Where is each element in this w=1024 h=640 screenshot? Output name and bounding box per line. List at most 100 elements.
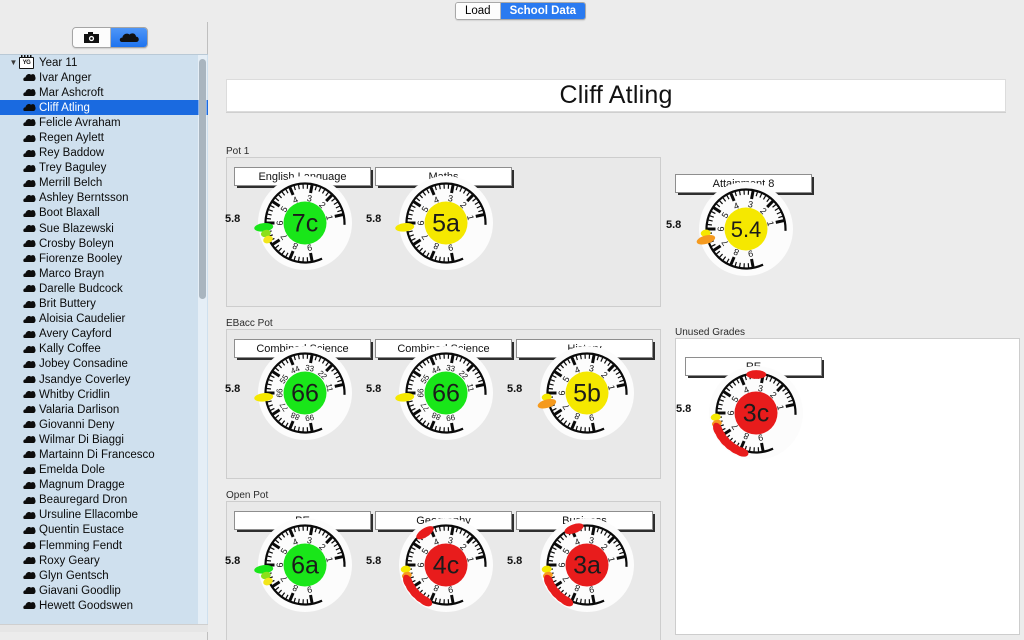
load-segmented-control[interactable]: Load School Data (455, 2, 587, 20)
student-icon (19, 194, 39, 203)
tree-horizontal-scrollbar[interactable] (0, 624, 208, 632)
student-list-item[interactable]: Brit Buttery (0, 297, 208, 312)
svg-text:66: 66 (291, 380, 319, 408)
student-list-item[interactable]: Ursuline Ellacombe (0, 508, 208, 523)
student-name: Brit Buttery (39, 298, 96, 311)
gauge-combined-science-1[interactable]: 11 22 33 44 55 66 77 88 99 66 5.8 (225, 339, 359, 447)
student-list-item[interactable]: Kally Coffee (0, 342, 208, 357)
student-list-item[interactable]: Ivar Anger (0, 70, 208, 85)
gauge-pe[interactable]: 1 2 3 4 5 6 7 8 9 6a 5.8 (225, 511, 359, 619)
student-list-item[interactable]: Glyn Gentsch (0, 568, 208, 583)
cloud-icon-button[interactable] (110, 28, 147, 47)
gauge-history[interactable]: 1 2 3 4 5 6 7 8 9 5b 5.8 (507, 339, 641, 447)
student-list-item[interactable]: Boot Blaxall (0, 206, 208, 221)
student-list-item[interactable]: Martainn Di Francesco (0, 447, 208, 462)
student-list-item[interactable]: Emelda Dole (0, 463, 208, 478)
top-toolbar: Load School Data (0, 0, 1024, 22)
tree-group-year11[interactable]: ▼ YG Year 11 (0, 55, 208, 70)
gauge-english-language[interactable]: 1 2 3 4 5 6 7 8 9 7c 5.8 (225, 169, 359, 277)
student-icon (19, 88, 39, 97)
student-list-item[interactable]: Sue Blazewski (0, 221, 208, 236)
student-list-item[interactable]: Rey Baddow (0, 146, 208, 161)
student-name: Ursuline Ellacombe (39, 509, 139, 522)
gauge-geography[interactable]: 1 2 3 4 5 6 7 8 9 4c 5.8 (366, 511, 500, 619)
student-list-item[interactable]: Ashley Berntsson (0, 191, 208, 206)
svg-text:3c: 3c (743, 400, 769, 428)
student-icon (22, 375, 36, 384)
student-list-item[interactable]: Jobey Consadine (0, 357, 208, 372)
camera-icon-button[interactable] (73, 28, 110, 47)
student-icon (22, 421, 36, 429)
gauge-re[interactable]: 1 2 3 4 5 6 7 8 9 3c 5.8 (676, 359, 810, 467)
load-button[interactable]: Load (456, 3, 500, 19)
cloud-icon (119, 32, 139, 42)
section-label-ebacc: EBacc Pot (226, 318, 273, 329)
student-icon (22, 360, 36, 368)
student-name: Felicle Avraham (39, 116, 121, 129)
chevron-down-icon[interactable]: ▼ (8, 58, 19, 67)
student-list-item[interactable]: Quentin Eustace (0, 523, 208, 538)
student-list-item[interactable]: Magnum Dragge (0, 478, 208, 493)
tree-scrollbar-thumb[interactable] (199, 59, 206, 299)
student-name: Giavani Goodlip (39, 584, 121, 597)
student-list-item[interactable]: Flemming Fendt (0, 538, 208, 553)
student-list-item[interactable]: Cliff Atling (0, 100, 208, 116)
student-icon (19, 330, 39, 339)
student-icon (22, 149, 36, 157)
sidebar-source-segmented-control[interactable] (72, 27, 148, 48)
student-list-item[interactable]: Jsandye Coverley (0, 372, 208, 387)
student-list-item[interactable]: Felicle Avraham (0, 115, 208, 130)
student-icon (22, 315, 36, 323)
student-list-item[interactable]: Avery Cayford (0, 327, 208, 342)
student-tree[interactable]: ▼ YG Year 11 Ivar Anger Mar Ashcroft Cliff At… (0, 54, 208, 632)
year-group-icon: YG (19, 55, 34, 69)
student-list-item[interactable]: Valaria Darlison (0, 402, 208, 417)
student-name: Regen Aylett (39, 132, 105, 145)
student-name: Ivar Anger (39, 71, 92, 84)
section-label-unused: Unused Grades (675, 327, 746, 338)
student-list-item[interactable]: Hewett Goodswen (0, 598, 208, 613)
student-list-item[interactable]: Giavani Goodlip (0, 583, 208, 598)
student-icon (22, 345, 36, 353)
gauge-combined-science-2[interactable]: 11 22 33 44 55 66 77 88 99 66 5.8 (366, 339, 500, 447)
student-icon (19, 586, 39, 595)
section-label-pot1: Pot 1 (226, 146, 250, 157)
student-list-item[interactable]: Merrill Belch (0, 176, 208, 191)
student-list-item[interactable]: Crosby Boleyn (0, 236, 208, 251)
student-name: Marco Brayn (39, 267, 105, 280)
student-list-item[interactable]: Aloisia Caudelier (0, 312, 208, 327)
student-list-item[interactable]: Beauregard Dron (0, 493, 208, 508)
student-name: Kally Coffee (39, 343, 101, 356)
app-window: Load School Data ▼ YG Year 11 Ivar Anger… (0, 0, 1024, 640)
student-icon (19, 360, 39, 369)
student-icon (19, 179, 39, 188)
student-list-item[interactable]: Wilmar Di Biaggi (0, 432, 208, 447)
gauge-target-value: 5.8 (676, 403, 692, 415)
student-icon (22, 225, 36, 233)
student-list-item[interactable]: Marco Brayn (0, 266, 208, 281)
student-list-item[interactable]: Fiorenze Booley (0, 251, 208, 266)
student-list-item[interactable]: Roxy Geary (0, 553, 208, 568)
svg-text:4c: 4c (433, 552, 459, 580)
student-icon (19, 541, 39, 550)
student-list-item[interactable]: Darelle Budcock (0, 281, 208, 296)
student-icon (22, 391, 36, 399)
student-list-item[interactable]: Trey Baguley (0, 161, 208, 176)
student-list-item[interactable]: Regen Aylett (0, 130, 208, 145)
student-list-item[interactable]: Whitby Cridlin (0, 387, 208, 402)
student-icon (22, 240, 36, 248)
tree-group-label: Year 11 (39, 56, 78, 69)
student-icon (22, 511, 36, 519)
gauge-business[interactable]: 1 2 3 4 5 6 7 8 9 3a 5.8 (507, 511, 641, 619)
gauge-maths[interactable]: 1 2 3 4 5 6 7 8 9 5a 5.8 (366, 169, 500, 277)
student-list[interactable]: ▼ YG Year 11 Ivar Anger Mar Ashcroft Cliff At… (0, 55, 208, 613)
student-list-item[interactable]: Giovanni Deny (0, 417, 208, 432)
student-name: Magnum Dragge (39, 479, 125, 492)
student-icon (19, 375, 39, 384)
gauge-target-value: 5.8 (225, 213, 241, 225)
school-data-button[interactable]: School Data (499, 3, 586, 19)
gauge-attainment-8[interactable]: 1 2 3 4 5 6 7 8 9 5.4 5.8 (666, 175, 800, 283)
svg-text:5.4: 5.4 (731, 217, 762, 242)
student-list-item[interactable]: Mar Ashcroft (0, 85, 208, 100)
student-icon (22, 179, 36, 187)
